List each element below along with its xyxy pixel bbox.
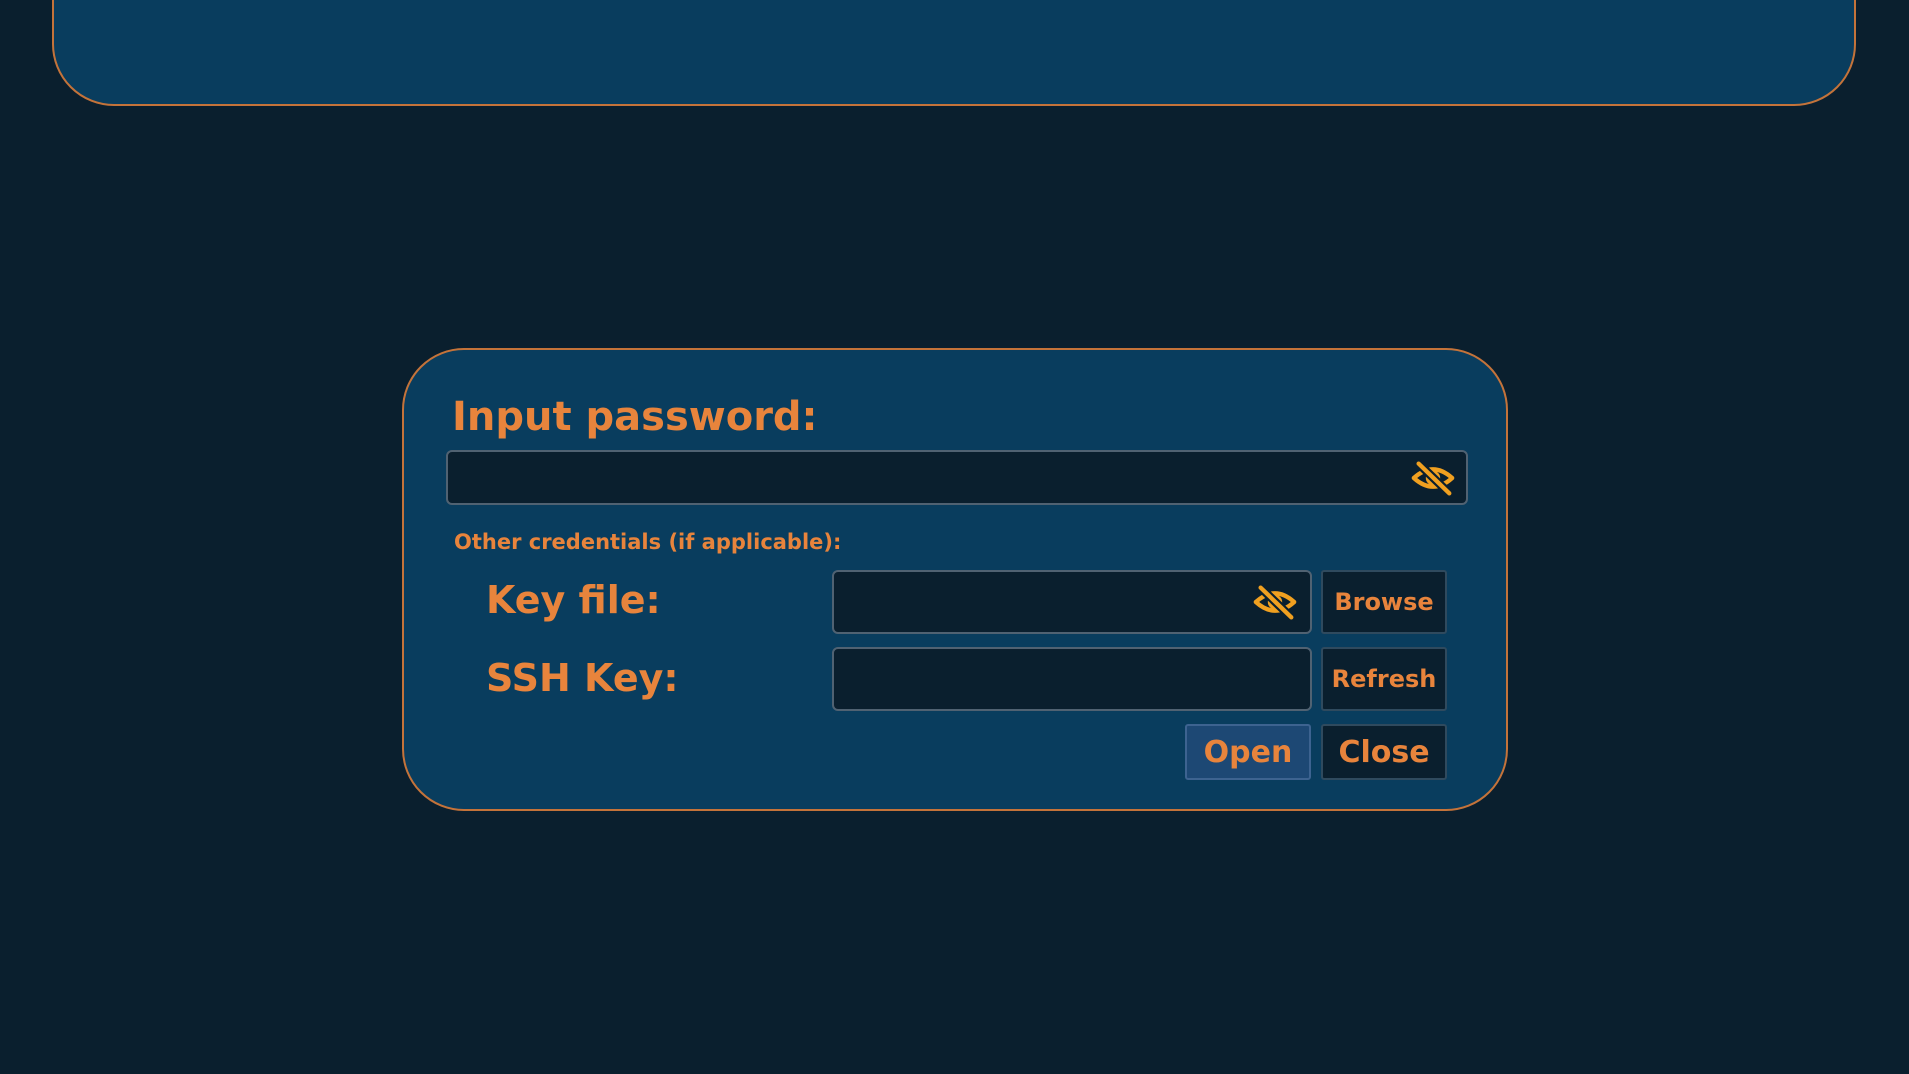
top-panel [52, 0, 1856, 106]
ssh-key-input[interactable] [834, 649, 1310, 709]
key-file-input[interactable] [834, 572, 1310, 632]
ssh-key-field[interactable] [832, 647, 1312, 711]
open-button[interactable]: Open [1185, 724, 1311, 780]
password-input[interactable] [448, 452, 1466, 503]
refresh-button[interactable]: Refresh [1321, 647, 1447, 711]
browse-button[interactable]: Browse [1321, 570, 1447, 634]
key-file-field[interactable] [832, 570, 1312, 634]
ssh-key-label: SSH Key: [486, 656, 679, 700]
key-file-label: Key file: [486, 578, 661, 622]
password-dialog: Input password: Other credentials (if ap… [402, 348, 1508, 811]
password-field[interactable] [446, 450, 1468, 505]
close-button[interactable]: Close [1321, 724, 1447, 780]
eye-slash-icon[interactable] [1410, 458, 1456, 498]
dialog-title: Input password: [452, 394, 818, 440]
eye-slash-icon[interactable] [1252, 582, 1298, 622]
other-credentials-label: Other credentials (if applicable): [454, 530, 842, 554]
